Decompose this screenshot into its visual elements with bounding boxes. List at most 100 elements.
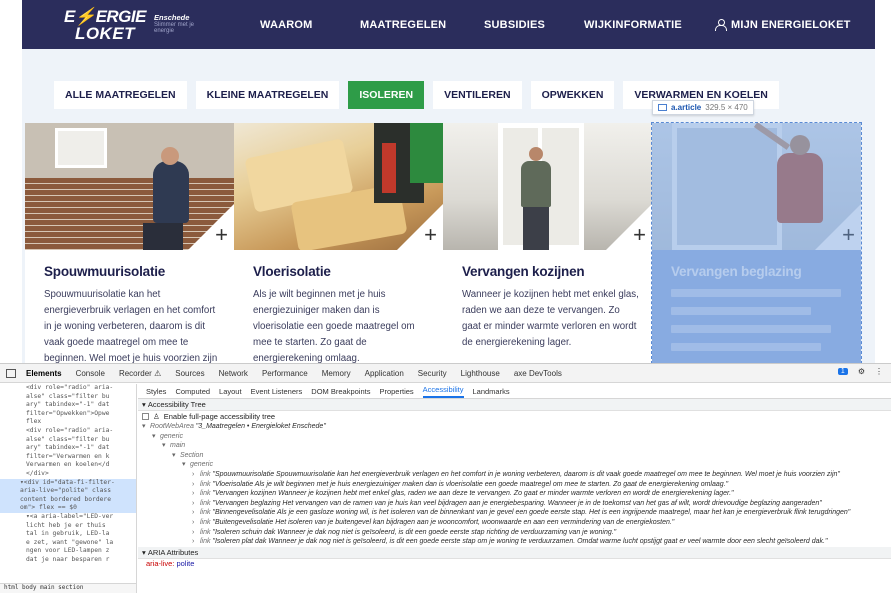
plus-icon: + (215, 222, 228, 247)
tab-memory[interactable]: Memory (322, 369, 351, 378)
article-card-spouwmuurisolatie[interactable]: + Spouwmuurisolatie Spouwmuurisolatie ka… (25, 123, 234, 363)
tab-dom-breakpoints[interactable]: DOM Breakpoints (311, 387, 370, 396)
filter-opwekken[interactable]: OPWEKKEN (530, 81, 615, 109)
a11y-tree-node[interactable]: ▾ RootWebArea "3_Maatregelen • Energielok… (138, 422, 891, 432)
a11y-role: link (200, 470, 211, 478)
dom-node-line[interactable]: flex (0, 418, 136, 427)
a11y-tree-node[interactable]: ▾ generic (138, 460, 891, 470)
tab-properties[interactable]: Properties (379, 387, 413, 396)
a11y-tree-node[interactable]: ▾ main (138, 441, 891, 451)
dom-node-line[interactable]: tal in gebruik, LED-la (0, 530, 136, 539)
dom-node-line[interactable]: e zet, want "gewone" la (0, 539, 136, 548)
article-card-vervangen-kozijnen[interactable]: + Vervangen kozijnen Wanneer je kozijnen… (443, 123, 652, 363)
expand-arrow-icon[interactable]: › (192, 499, 200, 509)
tab-network[interactable]: Network (219, 369, 248, 378)
inspect-element-icon[interactable] (6, 368, 16, 378)
issues-badge[interactable]: 1 (837, 368, 848, 375)
dom-node-line[interactable]: <div role="radio" aria- (0, 384, 136, 393)
a11y-name: "3_Maatregelen • Energieloket Enschede" (195, 423, 326, 430)
dom-node-line[interactable]: <div role="radio" aria- (0, 427, 136, 436)
expand-arrow-icon[interactable]: › (192, 537, 200, 547)
dom-node-line[interactable]: ary" tabindex="-1" dat (0, 444, 136, 453)
card-title: Spouwmuurisolatie (44, 264, 166, 279)
dom-node-line[interactable]: content bordered bordere (0, 495, 136, 505)
dom-node-line[interactable]: ▾<a aria-label="LED-ver (0, 513, 136, 522)
tab-performance[interactable]: Performance (262, 369, 308, 378)
enable-full-tree-checkbox[interactable] (142, 413, 149, 420)
dom-node-line[interactable]: filter="Verwarmen en k (0, 453, 136, 462)
tab-console[interactable]: Console (76, 369, 105, 378)
energieloket-logo[interactable]: E⚡ERGIE LOKET (64, 5, 147, 45)
dom-node-line[interactable]: filter="Opwekken">Opwe (0, 410, 136, 419)
expand-arrow-icon[interactable]: › (192, 508, 200, 518)
a11y-tree-node[interactable]: › link "Vloerisolatie Als je wilt beginne… (138, 480, 891, 490)
expand-arrow-icon[interactable]: › (192, 518, 200, 528)
article-card-vloerisolatie[interactable]: + Vloerisolatie Als je wilt beginnen met… (234, 123, 443, 363)
dom-node-line[interactable]: ▾<div id="data-fi-filter- (0, 478, 136, 488)
tab-computed[interactable]: Computed (175, 387, 210, 396)
enable-full-tree-row[interactable]: ♙ Enable full-page accessibility tree (138, 411, 891, 422)
dom-node-line[interactable]: om"> flex == $0 (0, 504, 136, 513)
tab-styles[interactable]: Styles (146, 387, 166, 396)
expand-arrow-icon[interactable]: ▾ (172, 451, 180, 461)
tab-landmarks[interactable]: Landmarks (473, 387, 510, 396)
nav-subsidies[interactable]: SUBSIDIES (484, 19, 584, 31)
tab-axe-devtools[interactable]: axe DevTools (514, 369, 562, 378)
expand-arrow-icon[interactable]: › (192, 480, 200, 490)
article-card-vervangen-beglazing[interactable]: + Vervangen beglazing (651, 122, 862, 363)
a11y-tree-node[interactable]: › link "Vervangen beglazing Het vervangen… (138, 499, 891, 509)
expand-arrow-icon[interactable]: › (192, 528, 200, 538)
dom-node-line[interactable]: dat je naar besparen r (0, 556, 136, 565)
a11y-tree-node[interactable]: › link "Binnengevelisolatie Als je een ga… (138, 508, 891, 518)
tab-recorder[interactable]: Recorder ⚠ (119, 369, 161, 378)
expand-arrow-icon[interactable]: › (192, 470, 200, 480)
nav-waarom[interactable]: WAAROM (260, 19, 360, 31)
filter-isoleren[interactable]: ISOLEREN (348, 81, 425, 109)
dom-node-line[interactable]: aria-live="polite" class (0, 487, 136, 496)
expand-arrow-icon[interactable]: ▾ (182, 460, 190, 470)
a11y-tree-node[interactable]: › link "Isoleren plat dak Wanneer je dak … (138, 537, 891, 547)
tab-sources[interactable]: Sources (175, 369, 204, 378)
expand-arrow-icon[interactable]: ▾ (152, 432, 160, 442)
article-photo: + (234, 123, 443, 250)
tab-accessibility[interactable]: Accessibility (422, 385, 464, 398)
a11y-tree-node[interactable]: ▾ Section (138, 451, 891, 461)
tooltip-size: 329.5 × 470 (705, 103, 748, 112)
dom-node-line[interactable]: ngen voor LED-lampen z (0, 547, 136, 556)
logo-text: ERGIE (95, 6, 147, 26)
nav-mijn-energieloket[interactable]: MIJN ENERGIELOKET (715, 19, 851, 31)
more-options-icon[interactable]: ⋮ (875, 367, 883, 376)
nav-maatregelen[interactable]: MAATREGELEN (360, 19, 484, 31)
tab-application[interactable]: Application (365, 369, 404, 378)
dom-breadcrumb[interactable]: html body main section (0, 583, 136, 593)
tab-event-listeners[interactable]: Event Listeners (251, 387, 303, 396)
tab-security[interactable]: Security (418, 369, 447, 378)
a11y-tree-node[interactable]: › link "Isoleren schuin dak Wanneer je da… (138, 528, 891, 538)
a11y-tree-node[interactable]: ▾ generic (138, 432, 891, 442)
a11y-tree-node[interactable]: › link "Vervangen kozijnen Wanneer je koz… (138, 489, 891, 499)
filter-ventileren[interactable]: VENTILEREN (433, 81, 522, 109)
dom-node-line[interactable]: Verwarmen en koelen</d (0, 461, 136, 470)
filter-alle-maatregelen[interactable]: ALLE MAATREGELEN (54, 81, 187, 109)
a11y-tree-node[interactable]: › link "Buitengevelisolatie Het isoleren … (138, 518, 891, 528)
a11y-name: "Binnengevelisolatie Als je een gasloze … (212, 509, 851, 517)
expand-arrow-icon[interactable]: › (192, 489, 200, 499)
aria-attributes-header[interactable]: ▾ ARIA Attributes (138, 546, 891, 559)
gear-icon[interactable]: ⚙ (858, 367, 865, 376)
tab-layout[interactable]: Layout (219, 387, 242, 396)
a11y-tree-section-header[interactable]: ▾ Accessibility Tree (138, 399, 891, 411)
dom-node-line[interactable]: alse" class="filter bu (0, 436, 136, 445)
nav-wijkinformatie[interactable]: WIJKINFORMATIE (584, 19, 715, 31)
a11y-tree-node[interactable]: › link "Spouwmuurisolatie Spouwmuurisolat… (138, 470, 891, 480)
expand-arrow-icon[interactable]: ▾ (162, 441, 170, 451)
filter-kleine-maatregelen[interactable]: KLEINE MAATREGELEN (195, 81, 340, 109)
dom-node-line[interactable]: </div> (0, 470, 136, 479)
card-description: Als je wilt beginnen met je huis energie… (253, 289, 415, 363)
dom-node-line[interactable]: licht heb je er thuis (0, 522, 136, 531)
user-icon (715, 19, 727, 31)
tab-elements[interactable]: Elements (26, 369, 62, 378)
dom-node-line[interactable]: ary" tabindex="-1" dat (0, 401, 136, 410)
dom-node-line[interactable]: alse" class="filter bu (0, 393, 136, 402)
expand-arrow-icon[interactable]: ▾ (142, 422, 150, 432)
tab-lighthouse[interactable]: Lighthouse (461, 369, 500, 378)
